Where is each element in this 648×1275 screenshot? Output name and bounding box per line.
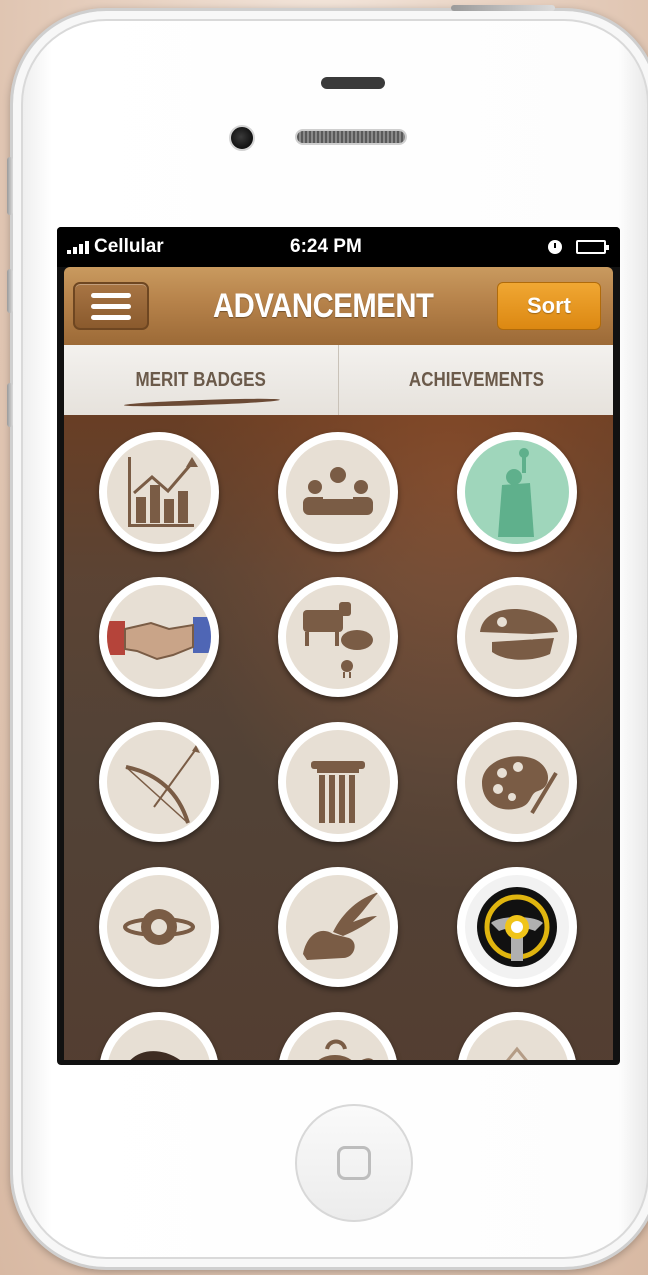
badge-astronomy[interactable] (99, 867, 219, 987)
power-button (451, 5, 555, 11)
volume-down-button (7, 383, 13, 427)
hamburger-icon (91, 292, 131, 298)
winged-shoe-icon (303, 892, 379, 960)
handshake-icon (107, 617, 211, 661)
signal-icon (67, 240, 89, 254)
alarm-clock-icon (548, 240, 562, 254)
carrier-label: Cellular (94, 236, 164, 257)
badge-automotive[interactable] (457, 867, 577, 987)
paint-palette-icon (482, 756, 558, 815)
front-camera (229, 125, 255, 151)
silent-switch (7, 157, 13, 215)
navigation-bar: ADVANCEMENT Sort (64, 267, 613, 345)
status-time: 6:24 PM (290, 236, 362, 257)
badge-fossil[interactable] (457, 577, 577, 697)
badge-partial-1[interactable] (99, 1012, 219, 1060)
badge-citizenship[interactable] (457, 432, 577, 552)
home-icon (337, 1146, 371, 1180)
farm-animals-icon (303, 602, 373, 678)
battery-icon (576, 240, 609, 254)
bow-and-arrow-icon (125, 745, 200, 824)
badge-archery[interactable] (99, 722, 219, 842)
badge-athletics[interactable] (278, 867, 398, 987)
tab-label: ACHIEVEMENTS (408, 368, 544, 391)
dinosaur-skull-icon (480, 608, 558, 660)
badge-meeting[interactable] (278, 432, 398, 552)
badge-animal-science[interactable] (278, 577, 398, 697)
tab-label: MERIT BADGES (135, 368, 267, 391)
tab-merit-badges[interactable]: MERIT BADGES (64, 345, 338, 415)
top-speaker (321, 77, 385, 89)
screen: Cellular 6:24 PM ADVANCEMENT Sort MERIT … (57, 227, 620, 1065)
tab-bar: MERIT BADGES ACHIEVEMENTS (64, 345, 613, 415)
badge-grid (64, 415, 613, 1060)
badge-partial-3[interactable] (457, 1012, 577, 1060)
meeting-people-icon (303, 467, 373, 515)
menu-button[interactable] (73, 282, 149, 330)
steering-wheel-icon (477, 887, 557, 967)
statue-of-liberty-icon (498, 448, 534, 537)
badge-art[interactable] (457, 722, 577, 842)
kettle-icon (318, 1039, 374, 1060)
badge-handshake[interactable] (99, 577, 219, 697)
rock-icon (130, 1051, 180, 1060)
column-icon (311, 761, 365, 823)
status-bar: Cellular 6:24 PM (57, 227, 620, 267)
page-title: ADVANCEMENT (212, 286, 434, 325)
badge-architecture[interactable] (278, 722, 398, 842)
volume-up-button (7, 269, 13, 313)
tab-achievements[interactable]: ACHIEVEMENTS (338, 345, 613, 415)
earpiece (295, 129, 407, 145)
sort-button[interactable]: Sort (497, 282, 601, 330)
bar-chart-icon (128, 457, 198, 527)
badge-partial-2[interactable] (278, 1012, 398, 1060)
active-tab-underline (123, 397, 281, 408)
home-button[interactable] (295, 1104, 413, 1222)
badge-bar-chart[interactable] (99, 432, 219, 552)
tent-icon (506, 1046, 528, 1060)
planet-icon (123, 909, 195, 945)
